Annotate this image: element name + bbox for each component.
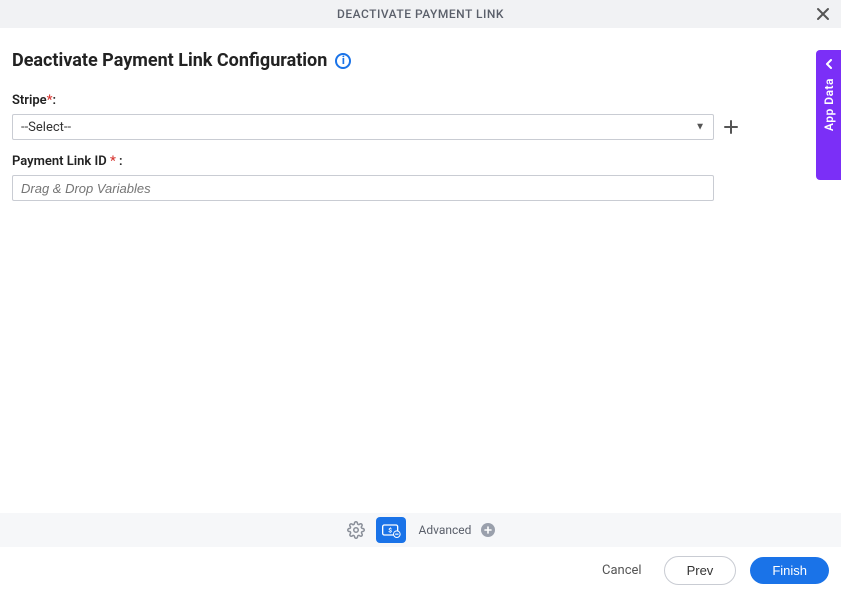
cancel-button[interactable]: Cancel	[594, 557, 650, 584]
plus-icon	[723, 119, 739, 135]
stripe-select-value: --Select--	[21, 120, 71, 135]
payment-link-id-input[interactable]	[12, 175, 714, 201]
payment-icon: $	[381, 522, 401, 538]
footer-buttons: Cancel Prev Finish	[0, 547, 841, 594]
content-area: Deactivate Payment Link Configuration i …	[0, 28, 841, 201]
colon: :	[53, 93, 57, 108]
stripe-select-row: --Select-- ▼	[12, 114, 829, 140]
payment-link-id-label: Payment Link ID * :	[12, 154, 829, 169]
field-payment-link-id: Payment Link ID * :	[12, 154, 829, 201]
page-title: Deactivate Payment Link Configuration	[12, 50, 327, 71]
prev-button[interactable]: Prev	[664, 556, 737, 585]
gear-icon	[347, 521, 365, 539]
settings-button[interactable]	[346, 520, 366, 540]
header-title: DEACTIVATE PAYMENT LINK	[337, 7, 504, 21]
app-data-panel-toggle[interactable]: App Data	[816, 50, 841, 180]
page-title-row: Deactivate Payment Link Configuration i	[12, 50, 829, 71]
info-icon[interactable]: i	[335, 53, 351, 69]
svg-text:$: $	[388, 527, 392, 535]
advanced-add-button[interactable]	[481, 523, 495, 537]
finish-button[interactable]: Finish	[750, 557, 829, 584]
chevron-down-icon: ▼	[695, 122, 705, 133]
plus-icon	[484, 526, 492, 534]
payment-link-id-label-text: Payment Link ID	[12, 154, 110, 169]
stripe-select[interactable]: --Select-- ▼	[12, 114, 714, 140]
colon: :	[119, 154, 123, 169]
bottom-toolbar: $ Advanced	[0, 513, 841, 547]
advanced-label: Advanced	[419, 523, 472, 537]
add-stripe-button[interactable]	[722, 118, 740, 136]
field-stripe: Stripe*: --Select-- ▼	[12, 93, 829, 140]
required-marker: *	[110, 154, 116, 169]
payment-config-button[interactable]: $	[376, 517, 406, 543]
close-icon	[816, 7, 830, 21]
stripe-label-text: Stripe	[12, 93, 47, 108]
app-data-label: App Data	[822, 78, 836, 131]
header-bar: DEACTIVATE PAYMENT LINK	[0, 0, 841, 28]
close-button[interactable]	[815, 6, 831, 22]
stripe-label: Stripe*:	[12, 93, 829, 108]
chevron-left-icon	[824, 58, 834, 72]
